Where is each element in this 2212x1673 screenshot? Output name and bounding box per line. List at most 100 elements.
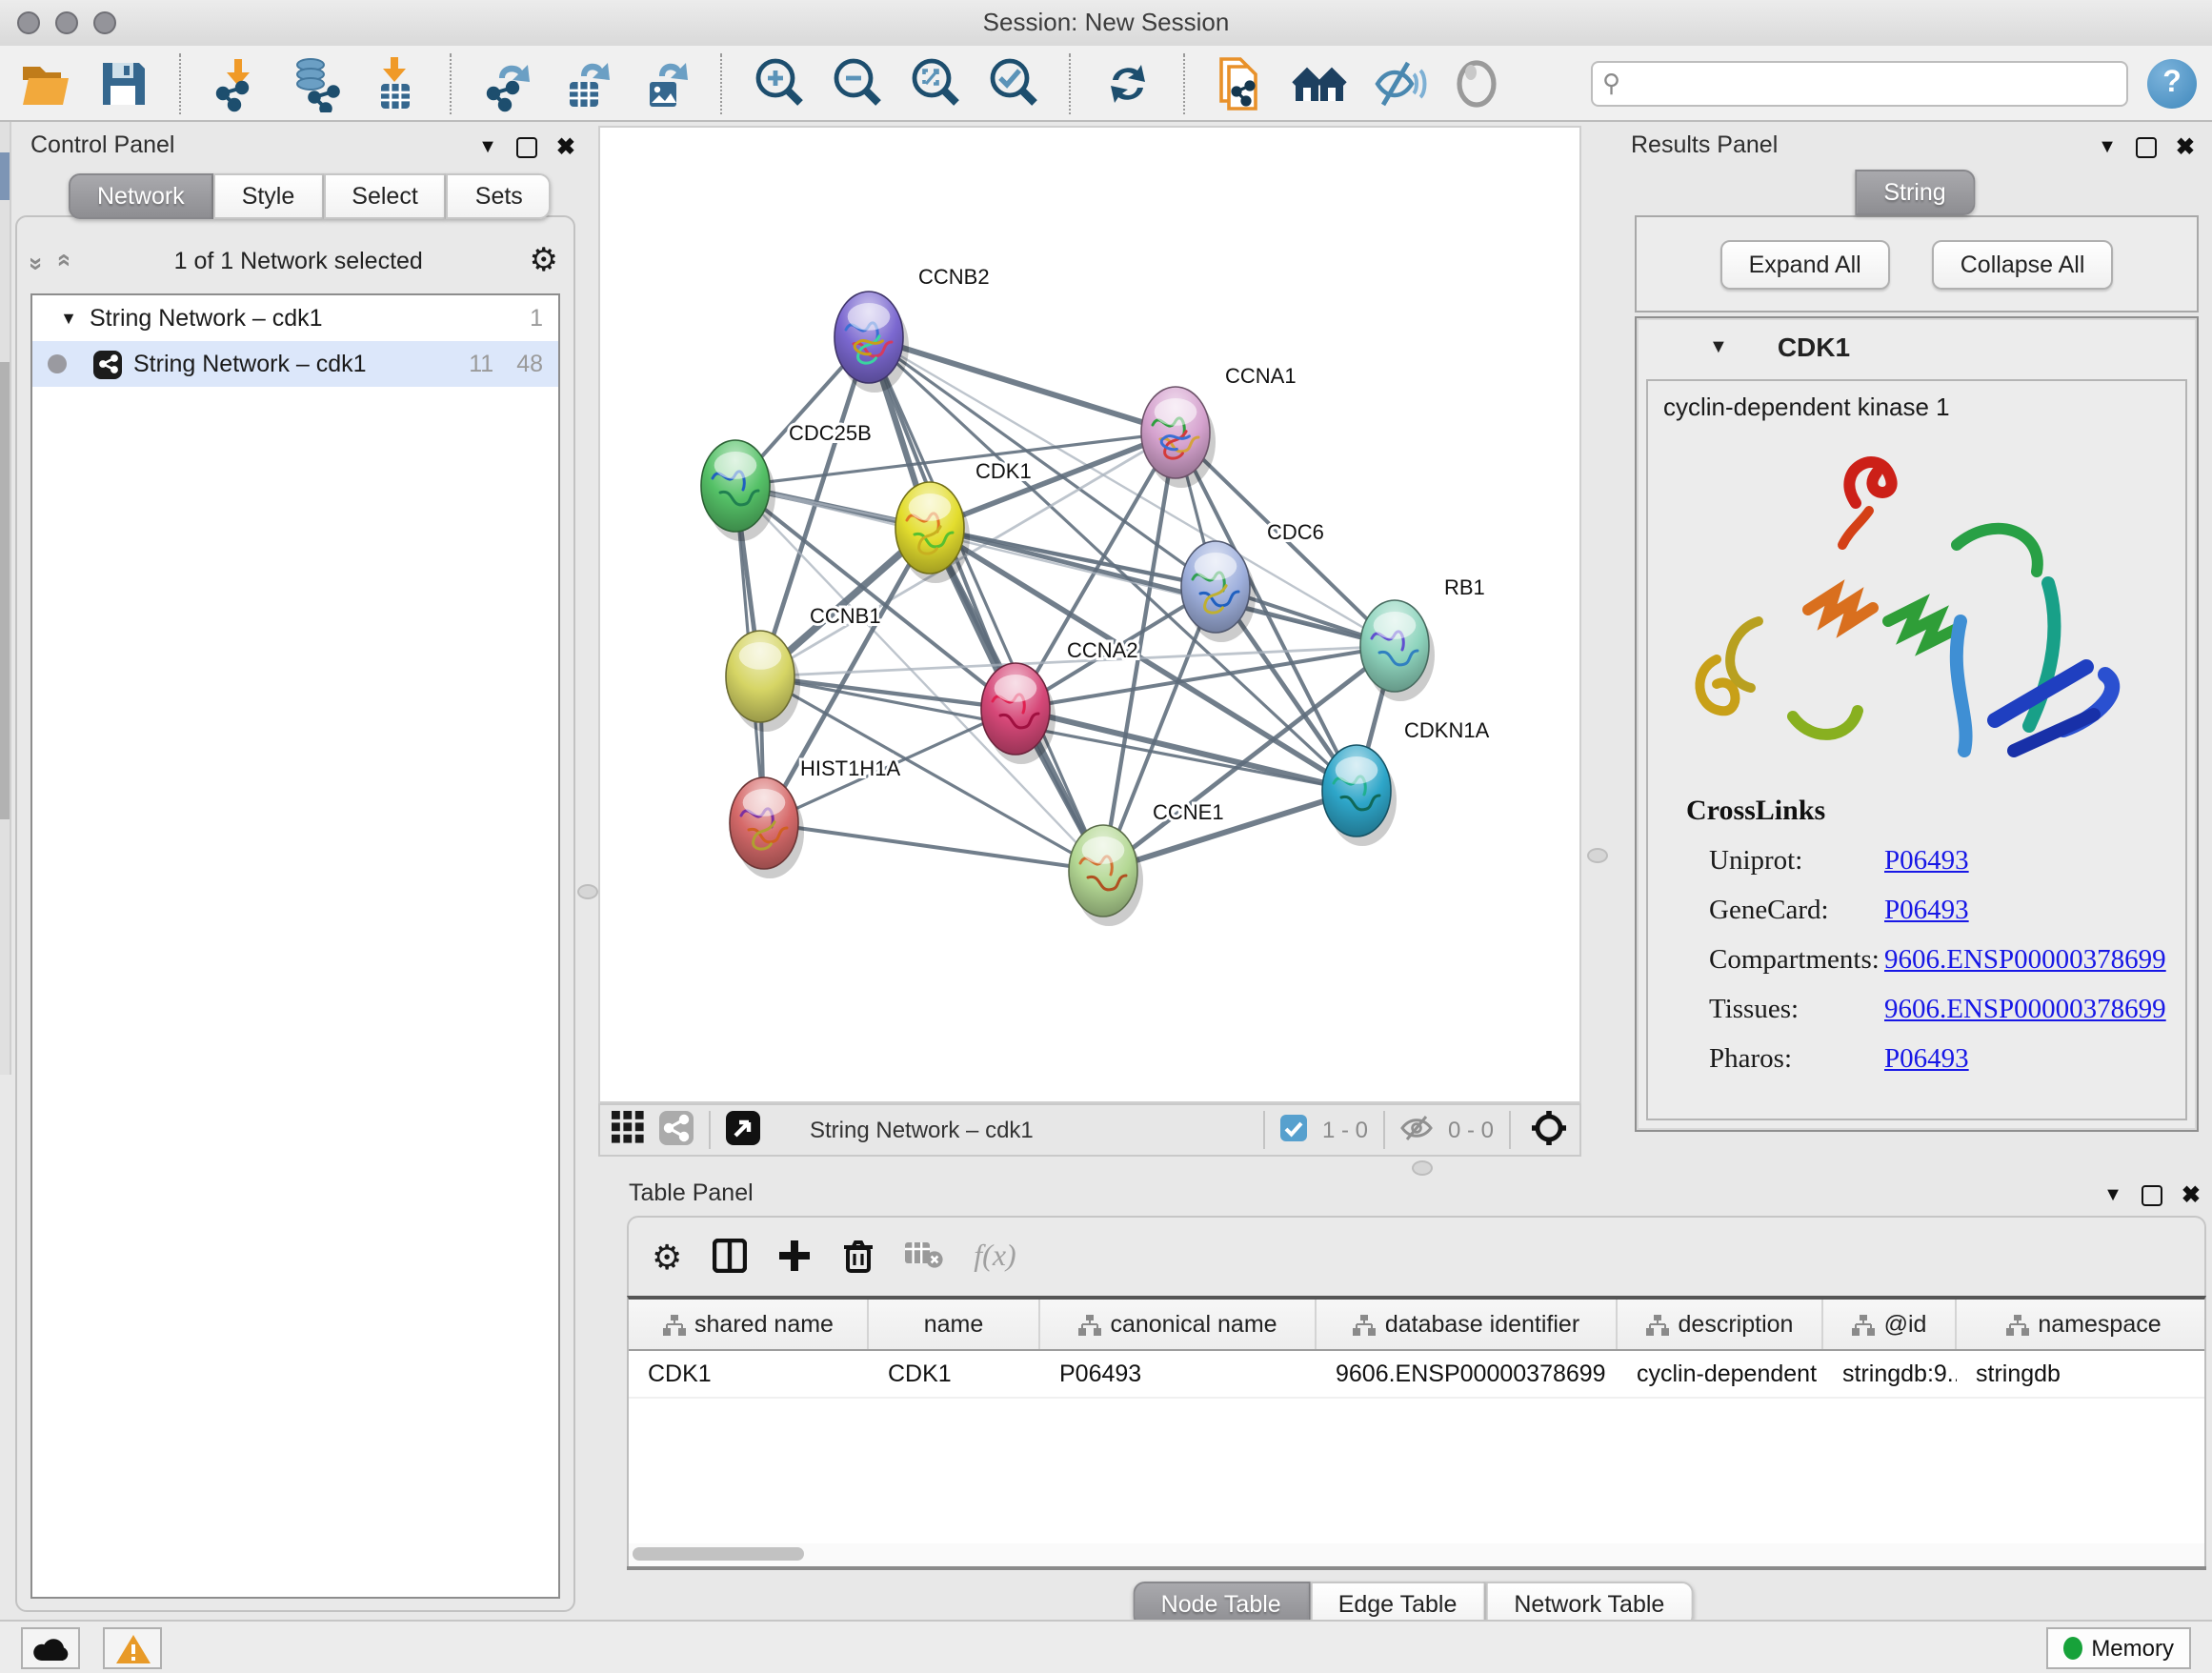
string-home-icon[interactable] (1290, 52, 1351, 113)
node-table[interactable]: shared namenamecanonical namedatabase id… (627, 1296, 2206, 1547)
splitter-handle-left[interactable] (577, 884, 598, 899)
results-gene-panel: ▼ CDK1 cyclin-dependent kinase 1 (1635, 316, 2199, 1132)
crosslink-compartments[interactable]: 9606.ENSP00000378699 (1884, 945, 2166, 978)
table-options-gear-icon[interactable]: ⚙ (652, 1238, 682, 1278)
control-panel-menu-icon[interactable]: ▼ (478, 136, 497, 157)
cloud-button[interactable] (21, 1627, 80, 1669)
zoom-selected-icon[interactable] (983, 52, 1044, 113)
network-canvas[interactable]: CCNB2CCNA1CDC25BCDK1CDC6RB1CCNB1CCNA2CDK… (598, 126, 1581, 1103)
collapse-all-button[interactable]: Collapse All (1932, 239, 2114, 289)
column-header--id[interactable]: @id (1823, 1300, 1957, 1349)
control-panel-float-icon[interactable] (516, 136, 537, 157)
tab-network[interactable]: Network (69, 173, 213, 219)
column-header-namespace[interactable]: namespace (1957, 1300, 2206, 1349)
edge-CCNB2-CCNA1[interactable] (869, 337, 1176, 433)
results-panel-float-icon[interactable] (2136, 136, 2157, 157)
hidden-eye-slash-icon[interactable] (1400, 1114, 1433, 1146)
results-panel-menu-icon[interactable]: ▼ (2098, 136, 2117, 157)
crosslink-tissues[interactable]: 9606.ENSP00000378699 (1884, 995, 2166, 1027)
edge-CCNA2-CDKN1A[interactable] (1016, 709, 1357, 791)
node-CCNE1[interactable]: CCNE1 (1069, 800, 1224, 926)
grid-view-icon[interactable] (612, 1111, 644, 1149)
table-horizontal-scrollbar[interactable] (627, 1543, 2206, 1568)
expand-all-networks-icon[interactable]: » (49, 256, 77, 266)
warning-button[interactable] (103, 1627, 162, 1669)
import-table-icon[interactable] (364, 52, 425, 113)
table-panel-menu-icon[interactable]: ▼ (2103, 1184, 2122, 1205)
export-table-icon[interactable] (556, 52, 617, 113)
table-panel-float-icon[interactable] (2142, 1184, 2162, 1205)
search-input[interactable] (1591, 60, 2128, 106)
control-panel-title: Control Panel (30, 131, 175, 158)
save-session-icon[interactable] (93, 52, 154, 113)
gene-section-header[interactable]: ▼ CDK1 (1637, 318, 2197, 375)
zoom-out-icon[interactable] (827, 52, 888, 113)
tab-sets[interactable]: Sets (447, 173, 552, 219)
network-options-gear-icon[interactable]: ⚙ (530, 242, 559, 280)
node-CDKN1A[interactable]: CDKN1A (1322, 718, 1490, 846)
node-HIST1H1A[interactable]: HIST1H1A (730, 756, 900, 878)
expand-all-button[interactable]: Expand All (1720, 239, 1890, 289)
delete-table-icon[interactable] (905, 1240, 943, 1275)
birds-eye-view-icon[interactable] (726, 1110, 760, 1150)
crosslink-label: Compartments: (1686, 945, 1884, 978)
column-header-description[interactable]: description (1618, 1300, 1823, 1349)
edge-CCNB2-CCNE1[interactable] (869, 337, 1103, 871)
tab-select[interactable]: Select (323, 173, 447, 219)
main-toolbar: ⚲ ? (0, 46, 2212, 122)
add-column-icon[interactable] (777, 1238, 812, 1278)
results-panel-close-icon[interactable]: ✖ (2176, 133, 2195, 160)
node-CCNB1[interactable]: CCNB1 (726, 604, 881, 732)
network-row-selected[interactable]: String Network – cdk1 11 48 (32, 341, 558, 387)
collection-expander-icon[interactable]: ▼ (55, 309, 82, 328)
control-panel: Control Panel ▼ ✖ Network Style Select S… (15, 126, 575, 1612)
string-network-icon (93, 350, 122, 378)
table-row[interactable]: CDK1CDK1P064939606.ENSP00000378699cyclin… (629, 1351, 2204, 1399)
node-CCNB2[interactable]: CCNB2 (835, 265, 990, 393)
crosslink-uniprot[interactable]: P06493 (1884, 846, 1969, 878)
column-header-shared-name[interactable]: shared name (629, 1300, 869, 1349)
crosslink-genecard[interactable]: P06493 (1884, 896, 1969, 928)
memory-button[interactable]: Memory (2045, 1627, 2191, 1669)
column-header-canonical-name[interactable]: canonical name (1040, 1300, 1317, 1349)
splitter-handle-right[interactable] (1587, 848, 1608, 863)
edge-CDK1-RB1[interactable] (930, 528, 1395, 646)
crosslink-pharos[interactable]: P06493 (1884, 1044, 1969, 1077)
column-header-name[interactable]: name (869, 1300, 1040, 1349)
delete-column-icon[interactable] (842, 1238, 875, 1278)
open-session-icon[interactable] (15, 52, 76, 113)
import-network-from-database-icon[interactable] (286, 52, 347, 113)
zoom-fit-icon[interactable] (905, 52, 966, 113)
function-builder-icon[interactable]: f(x) (974, 1240, 1016, 1275)
control-panel-close-icon[interactable]: ✖ (556, 133, 575, 160)
refresh-icon[interactable] (1097, 52, 1158, 113)
show-glass-effects-icon[interactable] (1446, 52, 1507, 113)
edge-HIST1H1A-CCNE1[interactable] (764, 823, 1103, 871)
hide-glass-effects-icon[interactable] (1368, 52, 1429, 113)
table-header-row: shared namenamecanonical namedatabase id… (629, 1300, 2204, 1351)
node-RB1[interactable]: RB1 (1360, 575, 1485, 701)
crosslink-label: Tissues: (1686, 995, 1884, 1027)
crosslink-label: Uniprot: (1686, 846, 1884, 878)
gene-collapse-icon[interactable]: ▼ (1709, 336, 1728, 357)
export-image-icon[interactable] (634, 52, 695, 113)
table-panel-close-icon[interactable]: ✖ (2182, 1181, 2201, 1208)
network-collection-row[interactable]: ▼ String Network – cdk1 1 (32, 295, 558, 341)
export-network-icon[interactable] (478, 52, 539, 113)
selected-checkbox-icon[interactable] (1280, 1114, 1307, 1146)
edge-CDKN1A-CCNE1[interactable] (1103, 791, 1357, 871)
share-document-icon[interactable] (1212, 52, 1273, 113)
node-label-RB1: RB1 (1444, 575, 1485, 599)
fit-selected-crosshair-icon[interactable] (1530, 1108, 1568, 1152)
show-columns-icon[interactable] (713, 1238, 747, 1278)
node-CCNA1[interactable]: CCNA1 (1141, 364, 1297, 488)
zoom-in-icon[interactable] (749, 52, 810, 113)
tab-style[interactable]: Style (213, 173, 324, 219)
share-view-icon[interactable] (659, 1110, 694, 1150)
import-network-icon[interactable] (208, 52, 269, 113)
node-label-HIST1H1A: HIST1H1A (800, 756, 900, 780)
table-panel: Table Panel ▼ ✖ ⚙ f(x) shared namenameca… (619, 1174, 2206, 1612)
column-header-database-identifier[interactable]: database identifier (1317, 1300, 1618, 1349)
help-button[interactable]: ? (2147, 58, 2197, 108)
tab-string[interactable]: String (1855, 170, 1974, 215)
